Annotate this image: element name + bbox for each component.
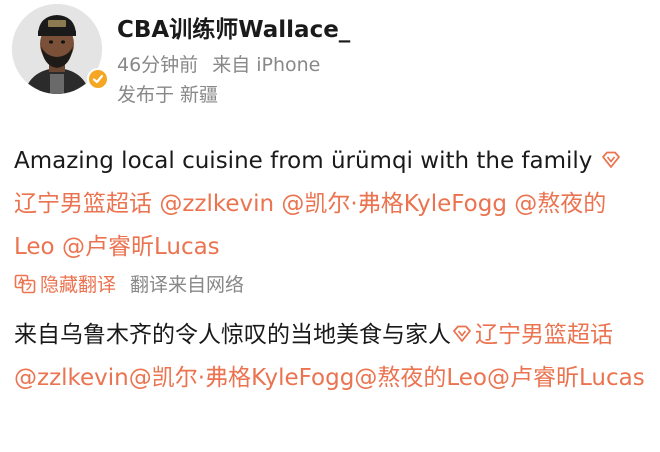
super-topic-link[interactable]: 辽宁男篮超话 [451,322,613,348]
mention-link[interactable]: @熬夜的Leo [354,365,487,391]
translate-bar: 隐藏翻译 翻译来自网络 [14,270,244,297]
hide-translation-button[interactable]: 隐藏翻译 [40,274,116,296]
translate-icon [14,274,36,294]
verified-badge-icon [87,68,109,90]
mention-link[interactable]: @卢睿昕Lucas [62,234,220,260]
mention-link[interactable]: @凯尔·弗格KyleFogg [281,191,507,217]
mention-link[interactable]: @zzlkevin [14,365,129,391]
mention-link[interactable]: @卢睿昕Lucas [487,365,645,391]
super-topic-diamond-icon [601,151,620,168]
username[interactable]: CBA训练师Wallace_ [117,10,350,44]
post-time: 46分钟前 [117,54,199,76]
super-topic-diamond-icon [453,325,471,342]
post-location: 发布于 新疆 [117,84,219,106]
post-source: 来自 iPhone [212,54,321,76]
mention-link[interactable]: @zzlkevin [159,191,274,217]
translated-text: 来自乌鲁木齐的令人惊叹的当地美食与家人 [14,322,451,348]
translated-content: 来自乌鲁木齐的令人惊叹的当地美食与家人 辽宁男篮超话 @zzlkevin@凯尔·弗格… [14,314,646,400]
mention-link[interactable]: @凯尔·弗格KyleFogg [129,365,355,391]
translation-source-label: 翻译来自网络 [130,274,245,296]
post-meta: 46分钟前 来自 iPhone [117,50,320,77]
post-content: Amazing local cuisine from ürümqi with t… [14,140,646,269]
post-header: CBA训练师Wallace_ 46分钟前 来自 iPhone 发布于 新疆 [12,4,652,114]
post-text: Amazing local cuisine from ürümqi with t… [14,148,600,174]
